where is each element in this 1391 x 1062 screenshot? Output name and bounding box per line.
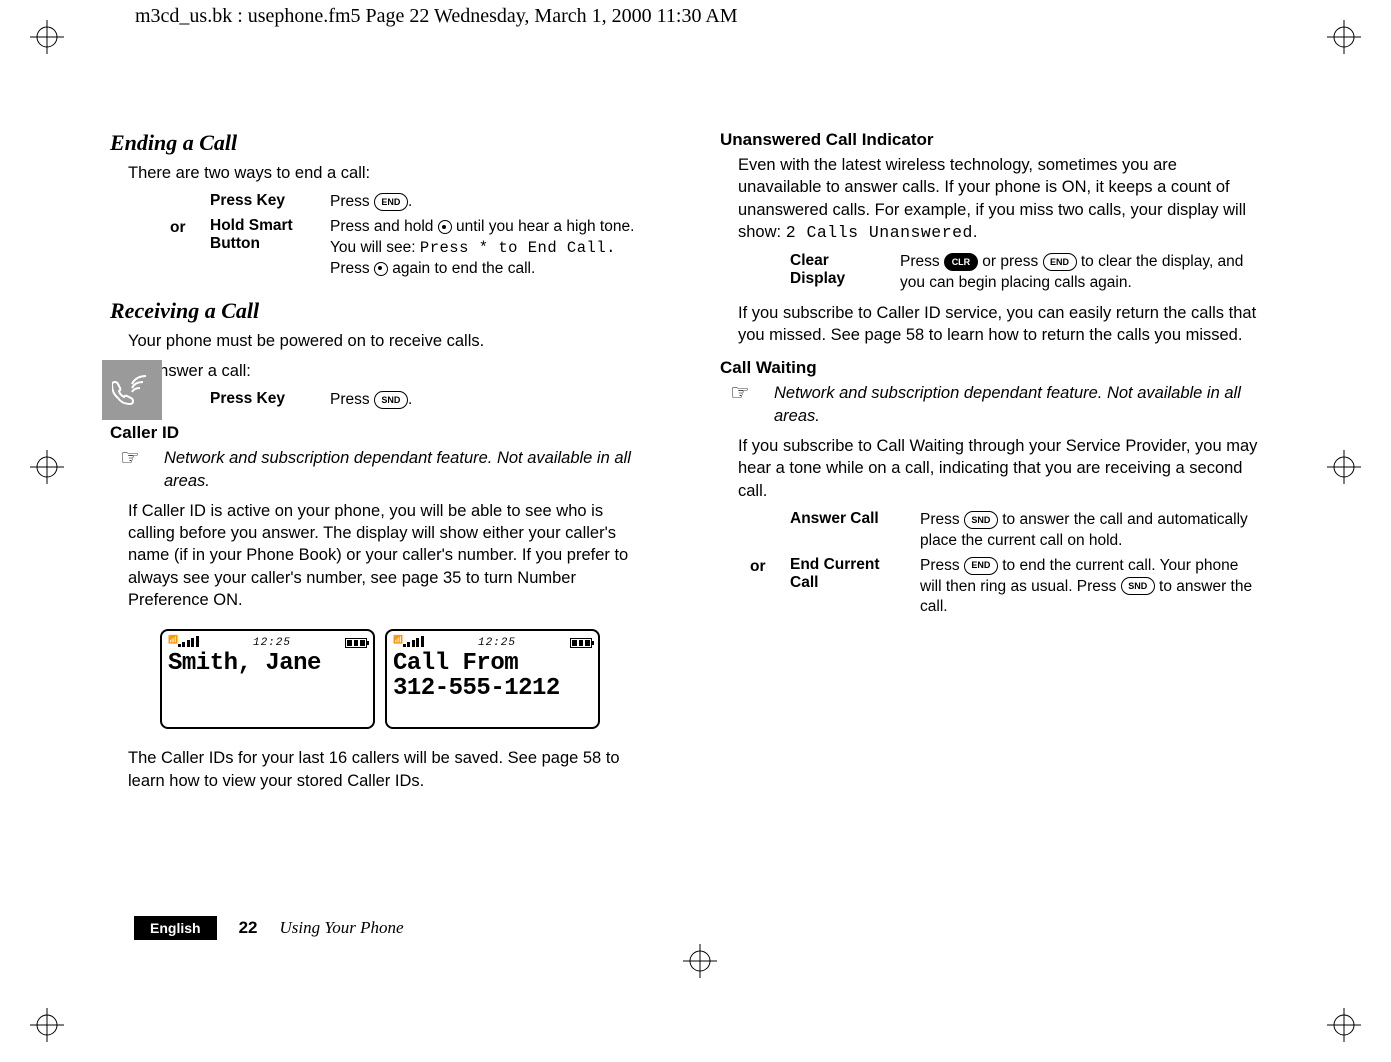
text: . [408,391,412,408]
answer-call-desc: Press SND to answer the call and automat… [920,510,1260,552]
hold-smart-button-desc: Press and hold until you hear a high ton… [330,217,650,280]
ending-intro-text: There are two ways to end a call: [110,162,650,184]
press-key-desc: Press END. [330,192,650,213]
smart-button-icon [438,220,452,234]
crop-mark-icon [30,1008,64,1042]
snd-key-icon: SND [964,511,998,529]
clear-display-desc: Press CLR or press END to clear the disp… [900,252,1260,294]
press-key-label: Press Key [210,390,330,411]
end-key-icon: END [374,193,408,211]
end-current-call-label: End Current Call [790,556,920,619]
text: or press [978,253,1043,270]
crop-mark-icon [30,450,64,484]
text: Press [920,557,964,574]
language-tab: English [134,916,217,940]
or-label: or [170,217,210,280]
text: Display [790,270,845,287]
text: . [973,223,978,241]
mono-text: Press * to End Call. [420,239,616,257]
phone-screen-number: 📶 12:25 Call From 312-555-1212 [385,629,600,729]
press-key-label: Press Key [210,192,330,213]
ending-a-call-heading: Ending a Call [110,130,650,156]
receiving-a-call-heading: Receiving a Call [110,298,650,324]
answer-call-label: Answer Call [790,510,920,552]
caller-id-note: Network and subscription dependant featu… [160,447,650,492]
screen-text: Call From [393,651,592,676]
battery-icon [570,638,592,648]
crop-mark-icon [30,20,64,54]
snd-key-icon: SND [374,391,408,409]
signal-icon: 📶 [393,635,424,651]
end-key-icon: END [1043,253,1077,271]
text: End Current [790,556,880,573]
note-hand-icon: ☞ [110,447,160,469]
text: Press and hold [330,218,438,235]
caller-id-p1: If Caller ID is active on your phone, yo… [110,500,650,611]
caller-id-heading: Caller ID [110,423,650,443]
end-key-icon: END [964,557,998,575]
phone-screen-name: 📶 12:25 Smith, Jane [160,629,375,729]
battery-icon [345,638,367,648]
unanswered-heading: Unanswered Call Indicator [720,130,1260,150]
call-waiting-note: Network and subscription dependant featu… [770,382,1260,427]
crop-mark-icon [683,944,717,978]
text: Hold Smart [210,217,293,234]
running-header: m3cd_us.bk : usephone.fm5 Page 22 Wednes… [135,5,738,28]
text: Button [210,235,260,252]
text: Press [330,193,374,210]
receiving-line1: Your phone must be powered on to receive… [110,330,650,352]
press-key-desc: Press SND. [330,390,650,411]
page-footer: English 22 Using Your Phone [134,916,674,940]
call-waiting-p1: If you subscribe to Call Waiting through… [720,435,1260,502]
receiving-line2: To answer a call: [110,360,650,382]
or-label: or [750,556,790,619]
chapter-title: Using Your Phone [279,918,403,938]
snd-key-icon: SND [1121,577,1155,595]
text: Press [330,260,374,277]
screen-time: 12:25 [478,637,516,649]
text: Call [790,574,818,591]
screen-text: 312-555-1212 [393,676,592,701]
end-current-call-desc: Press END to end the current call. Your … [920,556,1260,619]
screen-text: Smith, Jane [168,651,367,676]
smart-button-icon [374,262,388,276]
screen-time: 12:25 [253,637,291,649]
caller-id-p2: The Caller IDs for your last 16 callers … [110,747,650,792]
crop-mark-icon [1327,450,1361,484]
note-hand-icon: ☞ [720,382,770,404]
hold-smart-button-label: Hold Smart Button [210,217,330,280]
text: Press [920,511,964,528]
page-number: 22 [239,918,258,938]
text: . [408,193,412,210]
unanswered-p1: Even with the latest wireless technology… [720,154,1260,244]
signal-icon: 📶 [168,635,199,651]
crop-mark-icon [1327,20,1361,54]
text: Press [900,253,944,270]
crop-mark-icon [1327,1008,1361,1042]
text: again to end the call. [388,260,535,277]
clr-key-icon: CLR [944,253,978,271]
receiving-call-side-icon [102,360,162,420]
text: Press [330,391,374,408]
text: Clear [790,252,829,269]
clear-display-label: Clear Display [790,252,900,294]
mono-text: 2 Calls Unanswered [786,223,973,242]
call-waiting-heading: Call Waiting [720,358,1260,378]
unanswered-p2: If you subscribe to Caller ID service, y… [720,302,1260,347]
